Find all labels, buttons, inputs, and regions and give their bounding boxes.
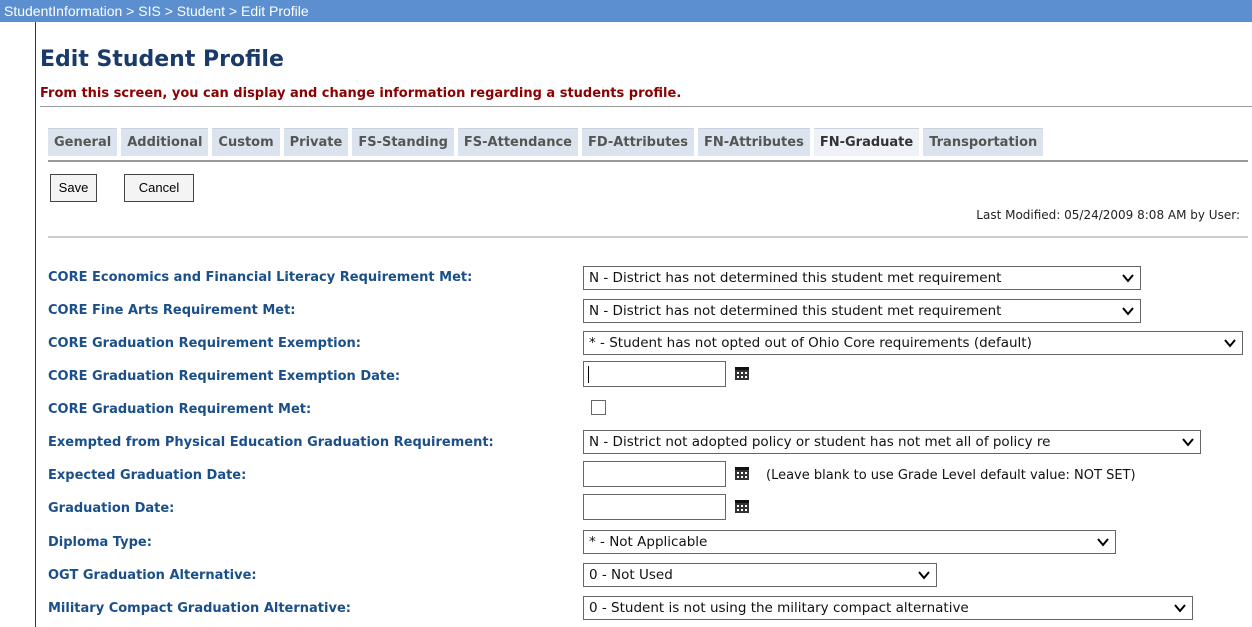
exemption-date-label: CORE Graduation Requirement Exemption Da… [48, 369, 401, 384]
exemption-date-input[interactable] [583, 361, 726, 387]
header-divider [40, 106, 1252, 107]
chevron-down-icon [1182, 438, 1194, 447]
fine-arts-value: N - District has not determined this stu… [589, 303, 1002, 319]
econ-label: CORE Economics and Financial Literacy Re… [48, 270, 473, 285]
tab-custom[interactable]: Custom [212, 128, 280, 156]
diploma-value: * - Not Applicable [589, 534, 708, 550]
calendar-icon[interactable] [735, 500, 749, 513]
exemption-value: * - Student has not opted out of Ohio Co… [589, 335, 1032, 351]
left-border [35, 22, 36, 627]
exemption-select[interactable]: * - Student has not opted out of Ohio Co… [583, 331, 1243, 355]
chevron-down-icon [918, 571, 930, 580]
military-value: 0 - Student is not using the military co… [589, 600, 969, 616]
tab-transportation[interactable]: Transportation [923, 128, 1044, 156]
chevron-down-icon [1122, 274, 1134, 283]
fine-arts-label: CORE Fine Arts Requirement Met: [48, 303, 296, 318]
page-title: Edit Student Profile [40, 47, 284, 72]
tab-fd-attributes[interactable]: FD-Attributes [581, 128, 694, 156]
form-divider [48, 236, 1248, 238]
fine-arts-select[interactable]: N - District has not determined this stu… [583, 299, 1141, 323]
tab-divider [48, 160, 1248, 162]
chevron-down-icon [1097, 538, 1109, 547]
tab-fs-standing[interactable]: FS-Standing [352, 128, 454, 156]
pe-exempt-label: Exempted from Physical Education Graduat… [48, 435, 494, 450]
tab-bar: General Additional Custom Private FS-Sta… [48, 128, 1047, 156]
tab-private[interactable]: Private [283, 128, 349, 156]
req-met-checkbox[interactable] [591, 400, 606, 415]
grad-date-label: Graduation Date: [48, 501, 175, 516]
chevron-down-icon [1224, 339, 1236, 348]
chevron-down-icon [1122, 307, 1134, 316]
grad-date-input[interactable] [583, 494, 726, 520]
tab-additional[interactable]: Additional [121, 128, 209, 156]
text-caret [588, 366, 589, 383]
last-modified: Last Modified: 05/24/2009 8:08 AM by Use… [976, 208, 1240, 222]
military-label: Military Compact Graduation Alternative: [48, 601, 351, 616]
ogt-value: 0 - Not Used [589, 567, 673, 583]
tab-general[interactable]: General [48, 128, 118, 156]
diploma-select[interactable]: * - Not Applicable [583, 530, 1116, 554]
military-select[interactable]: 0 - Student is not using the military co… [583, 596, 1193, 620]
diploma-label: Diploma Type: [48, 535, 152, 550]
ogt-select[interactable]: 0 - Not Used [583, 563, 937, 587]
expected-grad-hint: (Leave blank to use Grade Level default … [766, 468, 1136, 483]
calendar-icon[interactable] [735, 367, 749, 380]
calendar-icon[interactable] [735, 467, 749, 480]
pe-exempt-value: N - District not adopted policy or stude… [589, 434, 1051, 450]
page-subtitle: From this screen, you can display and ch… [40, 86, 682, 101]
save-button[interactable]: Save [50, 174, 97, 202]
tab-fn-graduate[interactable]: FN-Graduate [813, 128, 920, 156]
pe-exempt-select[interactable]: N - District not adopted policy or stude… [583, 430, 1201, 454]
econ-value: N - District has not determined this stu… [589, 270, 1002, 286]
exemption-label: CORE Graduation Requirement Exemption: [48, 336, 361, 351]
expected-grad-label: Expected Graduation Date: [48, 468, 247, 483]
breadcrumb: StudentInformation > SIS > Student > Edi… [0, 0, 1252, 22]
tab-fs-attendance[interactable]: FS-Attendance [457, 128, 578, 156]
expected-grad-input[interactable] [583, 461, 726, 487]
ogt-label: OGT Graduation Alternative: [48, 568, 257, 583]
econ-select[interactable]: N - District has not determined this stu… [583, 266, 1141, 290]
cancel-button[interactable]: Cancel [124, 174, 194, 202]
chevron-down-icon [1174, 604, 1186, 613]
req-met-label: CORE Graduation Requirement Met: [48, 402, 312, 417]
tab-fn-attributes[interactable]: FN-Attributes [697, 128, 810, 156]
